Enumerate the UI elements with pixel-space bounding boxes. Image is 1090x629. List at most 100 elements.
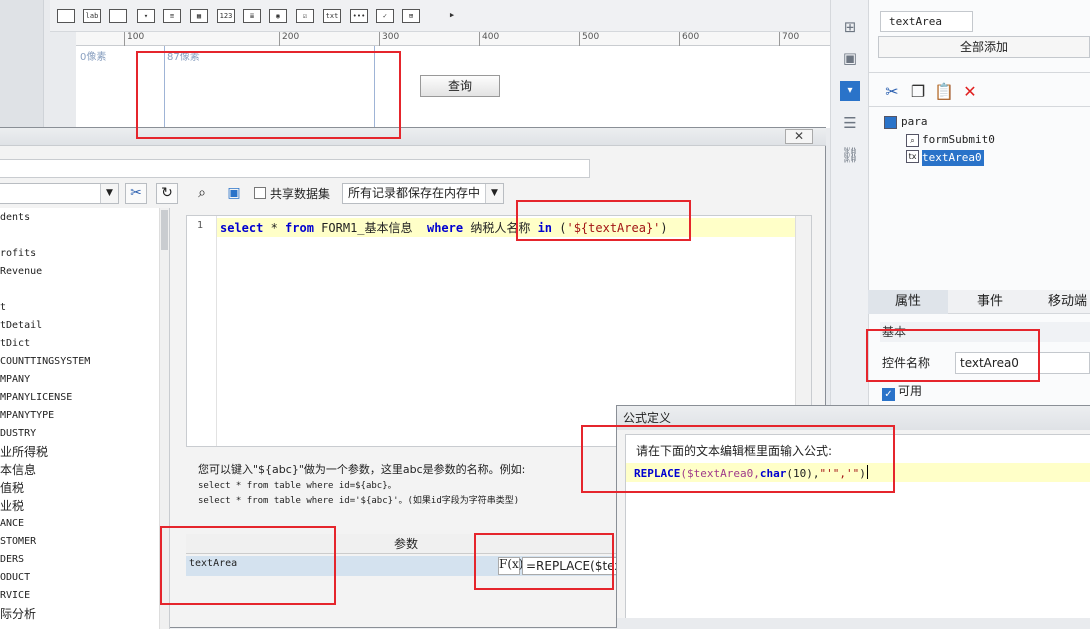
ruler-label: 200 — [282, 32, 300, 42]
number-icon[interactable]: 123 — [217, 9, 235, 23]
sql-keyword: from — [285, 221, 314, 235]
list-item[interactable]: 业所得税 — [0, 443, 48, 461]
search-icon: ⌕ — [906, 134, 919, 147]
widget-toolbar: lab ▾ ≡ ▦ 123 ≣ ◉ ☑ txt ••• ✓ ⊞ ▸ — [50, 0, 830, 32]
link-icon[interactable]: ⛓ — [840, 145, 860, 165]
share-dataset-checkbox[interactable] — [254, 187, 266, 199]
list-item[interactable]: t — [0, 299, 6, 317]
list-item[interactable]: ODUCT — [0, 569, 30, 587]
hint-line: 您可以键入"${abc}"做为一个参数，这里abc是参数的名称。例如: — [198, 463, 526, 476]
list-item[interactable]: 际分析 — [0, 605, 36, 623]
sql-keyword: select — [220, 221, 264, 235]
delete-icon[interactable]: ✕ — [960, 82, 980, 102]
tab-mobile[interactable]: 移动端 — [1048, 290, 1090, 314]
chevron-down-icon: ▼ — [485, 184, 503, 203]
widget-panel-icon[interactable]: ▾ — [840, 81, 860, 101]
annotation-box — [516, 200, 691, 241]
dialog-titlebar: ✕ — [0, 128, 826, 146]
tree-icon[interactable]: ⊞ — [402, 9, 420, 23]
list-item[interactable]: dents — [0, 209, 30, 227]
divider — [868, 106, 1090, 107]
list-item[interactable]: MPANYTYPE — [0, 407, 54, 425]
enabled-label: 可用 — [898, 384, 923, 398]
hint-line: select * from table where id='${abc}'。(如… — [198, 496, 520, 506]
sql-token: FORM1_基本信息 — [313, 221, 427, 235]
cut-icon[interactable]: ✂ — [882, 82, 902, 102]
line-number: 1 — [197, 220, 204, 231]
enabled-row[interactable]: ✓ 可用 — [882, 382, 922, 401]
sql-keyword: where — [426, 221, 464, 235]
radio-icon[interactable]: ◉ — [269, 9, 287, 23]
more-icon[interactable]: ▸ — [443, 9, 461, 23]
save-icon[interactable]: ▣ — [224, 184, 244, 204]
ruler-label: 700 — [782, 32, 800, 42]
grid-icon[interactable]: ⊞ — [840, 17, 860, 37]
textarea-icon[interactable]: ≣ — [243, 9, 261, 23]
list-item[interactable]: Revenue — [0, 263, 42, 281]
chevron-down-icon: ▼ — [100, 184, 118, 203]
list-item[interactable]: MPANYLICENSE — [0, 389, 72, 407]
sql-token: * — [263, 221, 286, 235]
list-item[interactable]: DERS — [0, 551, 24, 569]
property-tabs: 属性 事件 移动端 — [868, 290, 1090, 314]
list-icon[interactable]: ≡ — [163, 9, 181, 23]
dropdown-icon[interactable]: ▾ — [137, 9, 155, 23]
share-dataset-label: 共享数据集 — [270, 187, 331, 201]
line-gutter: 1 — [187, 216, 217, 446]
divider — [868, 72, 1090, 73]
list-item[interactable]: STOMER — [0, 533, 36, 551]
list-item[interactable]: 业税 — [0, 497, 24, 515]
tree-node-textarea[interactable]: textArea0 — [922, 150, 984, 166]
list-item[interactable]: 值税 — [0, 479, 24, 497]
dataset-name-field[interactable] — [0, 159, 590, 178]
text-icon[interactable]: txt — [323, 9, 341, 23]
memory-select-value: 所有记录都保存在内存中 — [348, 186, 481, 200]
add-all-button[interactable]: 全部添加 — [878, 36, 1090, 58]
ruler-label: 100 — [127, 32, 145, 42]
copy-icon[interactable]: ❐ — [908, 82, 928, 102]
checkbox-group-icon[interactable]: ✓ — [376, 9, 394, 23]
tab-properties[interactable]: 属性 — [868, 290, 948, 314]
textbox-icon[interactable] — [57, 9, 75, 23]
list-item[interactable]: ANCE — [0, 515, 24, 533]
list-item[interactable]: rofits — [0, 245, 36, 263]
tools-icon[interactable]: ✂ — [125, 183, 147, 204]
list-item[interactable]: MPANY — [0, 371, 30, 389]
list-item[interactable]: tDict — [0, 335, 30, 353]
query-button[interactable]: 查询 — [420, 75, 500, 97]
annotation-box — [474, 533, 614, 590]
ruler: 100 200 300 400 500 600 700 — [76, 32, 830, 46]
paste-icon[interactable]: 📋 — [934, 82, 954, 102]
connection-select[interactable]: ▼ — [0, 183, 119, 204]
ruler-label: 400 — [482, 32, 500, 42]
password-icon[interactable]: ••• — [350, 9, 368, 23]
table-list[interactable]: dents rofits Revenue t tDetail tDict COUNTTING… — [0, 208, 170, 629]
tree-node-formsubmit[interactable]: formSubmit0 — [922, 132, 997, 148]
close-button[interactable]: ✕ — [785, 129, 813, 144]
annotation-box — [581, 425, 895, 493]
ruler-label: 300 — [382, 32, 400, 42]
annotation-box — [866, 329, 1040, 382]
list-icon[interactable]: ☰ — [840, 113, 860, 133]
memory-select[interactable]: 所有记录都保存在内存中 ▼ — [342, 183, 504, 204]
tree-node-para[interactable]: para — [901, 114, 930, 130]
list-item[interactable]: COUNTTINGSYSTEM — [0, 353, 90, 371]
checkbox-icon[interactable]: ☑ — [296, 9, 314, 23]
form-icon — [884, 116, 897, 129]
button-icon[interactable] — [109, 9, 127, 23]
refresh-icon[interactable]: ↻ — [156, 183, 178, 204]
textarea-node-icon: tx — [906, 150, 919, 163]
list-item[interactable]: RVICE — [0, 587, 30, 605]
list-item[interactable]: tDetail — [0, 317, 42, 335]
tab-events[interactable]: 事件 — [950, 290, 1030, 314]
ruler-label: 600 — [682, 32, 700, 42]
frame-icon[interactable]: ▣ — [840, 48, 860, 68]
annotation-box — [136, 51, 401, 139]
param-name-input[interactable]: textArea — [880, 11, 973, 32]
calendar-icon[interactable]: ▦ — [190, 9, 208, 23]
list-item[interactable]: 本信息 — [0, 461, 36, 479]
label-icon[interactable]: lab — [83, 9, 101, 23]
checkbox-checked-icon[interactable]: ✓ — [882, 388, 895, 401]
list-item[interactable]: DUSTRY — [0, 425, 36, 443]
preview-icon[interactable]: ⌕ — [192, 184, 212, 204]
